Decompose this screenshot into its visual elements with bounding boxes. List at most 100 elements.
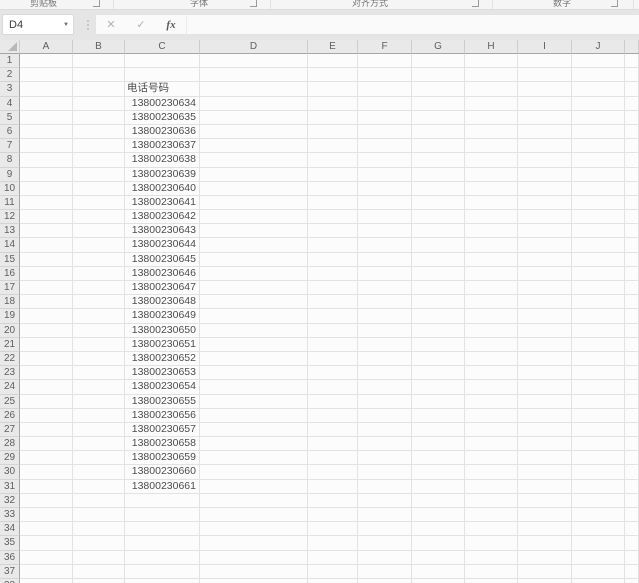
cell-B37[interactable]	[73, 565, 125, 579]
column-header-B[interactable]: B	[73, 40, 125, 54]
cell-F5[interactable]	[358, 111, 412, 125]
cell-B16[interactable]	[73, 267, 125, 281]
cell-D28[interactable]	[200, 437, 308, 451]
cell-G13[interactable]	[412, 224, 465, 238]
cell-E35[interactable]	[308, 536, 358, 550]
cell-H36[interactable]	[465, 551, 518, 565]
row-header-35[interactable]: 35	[0, 536, 20, 550]
cell-D37[interactable]	[200, 565, 308, 579]
cell-A37[interactable]	[20, 565, 73, 579]
cell-F9[interactable]	[358, 168, 412, 182]
column-header-partial[interactable]	[625, 40, 639, 54]
cell-C30[interactable]: 13800230660	[125, 465, 200, 479]
row-header-34[interactable]: 34	[0, 522, 20, 536]
cell-J8[interactable]	[572, 153, 625, 167]
cell-C1[interactable]	[125, 54, 200, 68]
cell-G26[interactable]	[412, 409, 465, 423]
cell-J27[interactable]	[572, 423, 625, 437]
cell-A15[interactable]	[20, 253, 73, 267]
cell-B32[interactable]	[73, 494, 125, 508]
cell-A4[interactable]	[20, 97, 73, 111]
cell-J18[interactable]	[572, 295, 625, 309]
cell-I17[interactable]	[518, 281, 572, 295]
cell-partial[interactable]	[625, 54, 639, 68]
row-header-15[interactable]: 15	[0, 253, 20, 267]
cell-B10[interactable]	[73, 182, 125, 196]
cell-B9[interactable]	[73, 168, 125, 182]
cell-I24[interactable]	[518, 380, 572, 394]
cell-B17[interactable]	[73, 281, 125, 295]
cell-G34[interactable]	[412, 522, 465, 536]
cell-F22[interactable]	[358, 352, 412, 366]
cell-B31[interactable]	[73, 480, 125, 494]
cell-C20[interactable]: 13800230650	[125, 324, 200, 338]
cell-E2[interactable]	[308, 68, 358, 82]
dialog-launcher-icon[interactable]	[93, 0, 100, 7]
row-header-36[interactable]: 36	[0, 551, 20, 565]
cell-H3[interactable]	[465, 82, 518, 96]
cell-partial[interactable]	[625, 111, 639, 125]
cell-B25[interactable]	[73, 395, 125, 409]
cell-B12[interactable]	[73, 210, 125, 224]
cell-I22[interactable]	[518, 352, 572, 366]
cell-J16[interactable]	[572, 267, 625, 281]
cell-G32[interactable]	[412, 494, 465, 508]
cell-C8[interactable]: 13800230638	[125, 153, 200, 167]
cell-E36[interactable]	[308, 551, 358, 565]
cell-G33[interactable]	[412, 508, 465, 522]
cell-F6[interactable]	[358, 125, 412, 139]
cell-J35[interactable]	[572, 536, 625, 550]
cell-H14[interactable]	[465, 238, 518, 252]
cell-J38[interactable]	[572, 579, 625, 583]
cell-A33[interactable]	[20, 508, 73, 522]
cell-E4[interactable]	[308, 97, 358, 111]
cell-partial[interactable]	[625, 423, 639, 437]
cell-D19[interactable]	[200, 309, 308, 323]
cell-C37[interactable]	[125, 565, 200, 579]
cell-C16[interactable]: 13800230646	[125, 267, 200, 281]
cell-H2[interactable]	[465, 68, 518, 82]
row-header-17[interactable]: 17	[0, 281, 20, 295]
cell-A38[interactable]	[20, 579, 73, 583]
cell-G38[interactable]	[412, 579, 465, 583]
row-header-26[interactable]: 26	[0, 409, 20, 423]
cell-I3[interactable]	[518, 82, 572, 96]
cell-E7[interactable]	[308, 139, 358, 153]
enter-icon[interactable]: ✓	[126, 18, 156, 31]
cell-J20[interactable]	[572, 324, 625, 338]
cell-D24[interactable]	[200, 380, 308, 394]
cell-D22[interactable]	[200, 352, 308, 366]
cell-partial[interactable]	[625, 451, 639, 465]
cell-partial[interactable]	[625, 522, 639, 536]
cell-partial[interactable]	[625, 494, 639, 508]
cell-F30[interactable]	[358, 465, 412, 479]
cell-B35[interactable]	[73, 536, 125, 550]
column-header-E[interactable]: E	[308, 40, 358, 54]
cell-J23[interactable]	[572, 366, 625, 380]
row-header-23[interactable]: 23	[0, 366, 20, 380]
cell-C15[interactable]: 13800230645	[125, 253, 200, 267]
cell-A22[interactable]	[20, 352, 73, 366]
cell-A23[interactable]	[20, 366, 73, 380]
cell-H25[interactable]	[465, 395, 518, 409]
cell-F38[interactable]	[358, 579, 412, 583]
cell-C29[interactable]: 13800230659	[125, 451, 200, 465]
cell-E23[interactable]	[308, 366, 358, 380]
cell-H11[interactable]	[465, 196, 518, 210]
cell-G36[interactable]	[412, 551, 465, 565]
cell-I1[interactable]	[518, 54, 572, 68]
cell-I16[interactable]	[518, 267, 572, 281]
cell-E3[interactable]	[308, 82, 358, 96]
cell-H29[interactable]	[465, 451, 518, 465]
row-header-7[interactable]: 7	[0, 139, 20, 153]
cell-D7[interactable]	[200, 139, 308, 153]
cell-A28[interactable]	[20, 437, 73, 451]
cell-H37[interactable]	[465, 565, 518, 579]
cell-E22[interactable]	[308, 352, 358, 366]
row-header-30[interactable]: 30	[0, 465, 20, 479]
cell-E11[interactable]	[308, 196, 358, 210]
row-header-29[interactable]: 29	[0, 451, 20, 465]
cell-H4[interactable]	[465, 97, 518, 111]
row-header-25[interactable]: 25	[0, 395, 20, 409]
cell-C13[interactable]: 13800230643	[125, 224, 200, 238]
